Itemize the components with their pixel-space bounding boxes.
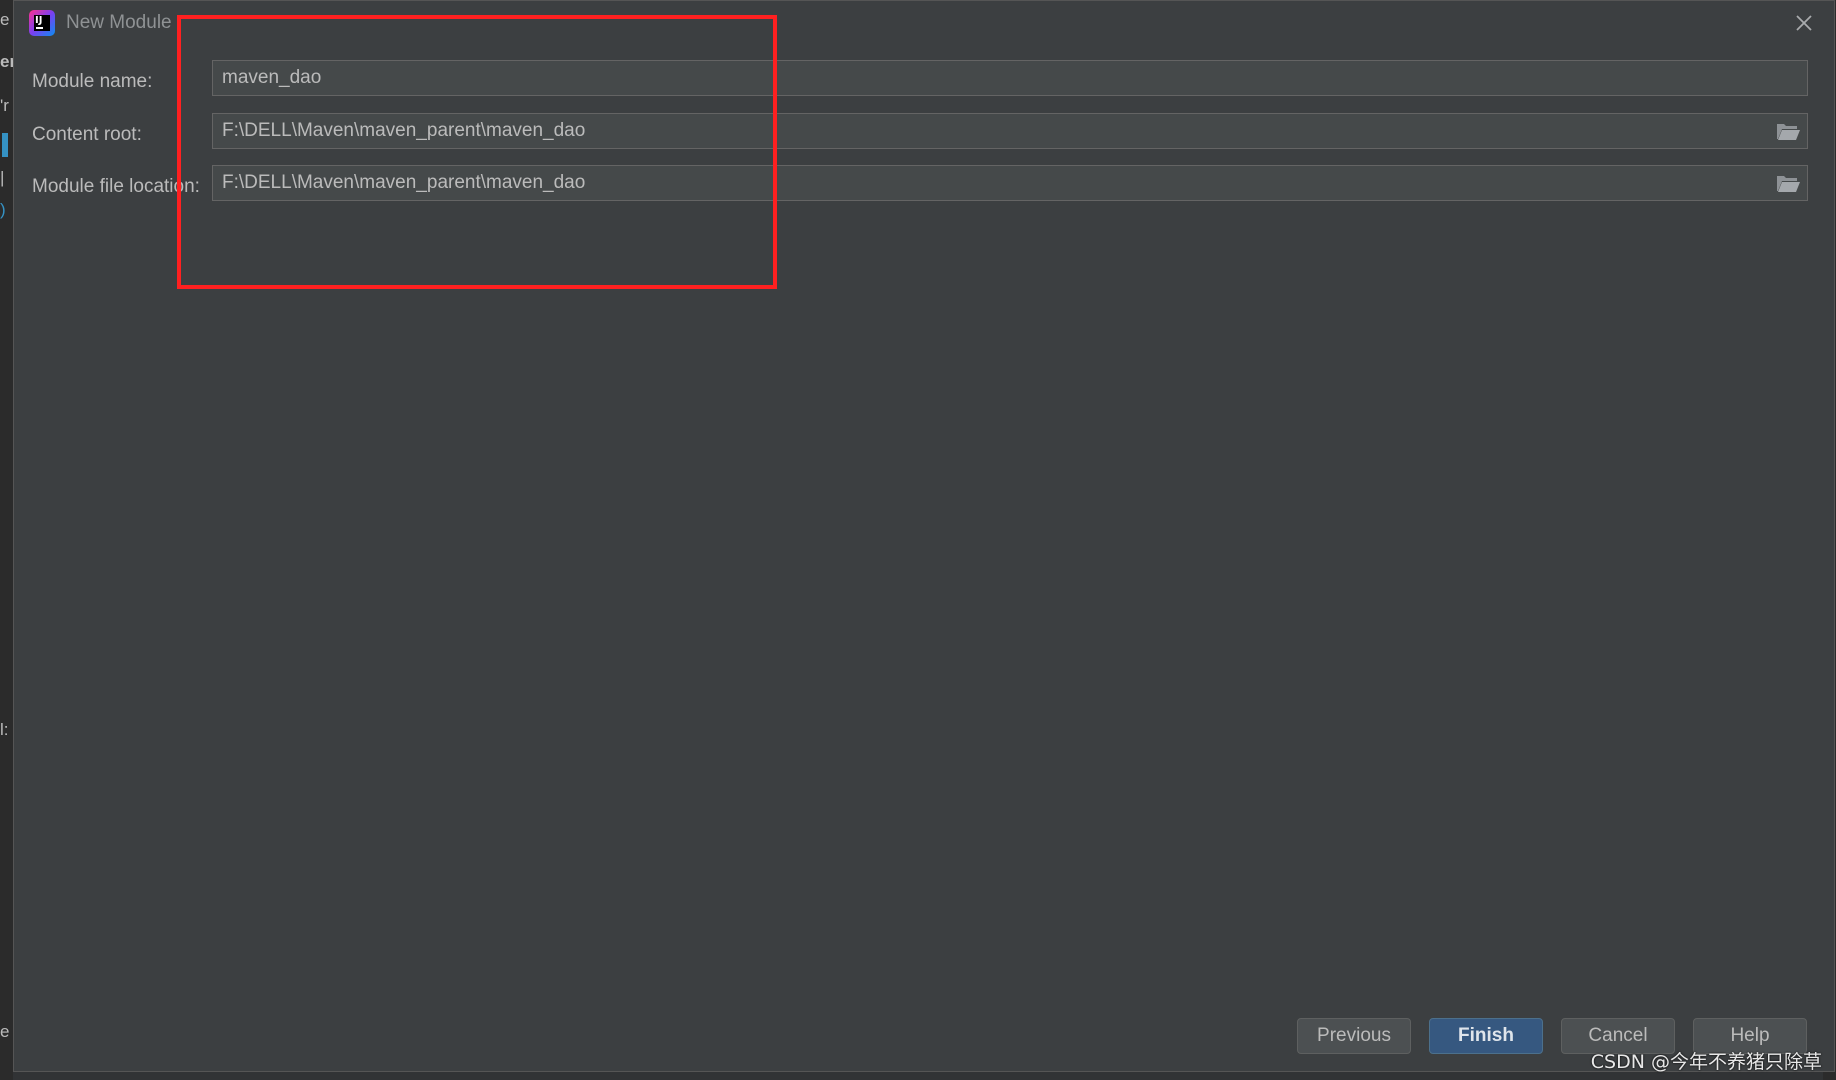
module-name-input[interactable] xyxy=(213,61,1807,95)
previous-button[interactable]: Previous xyxy=(1297,1018,1411,1054)
finish-button[interactable]: Finish xyxy=(1429,1018,1543,1054)
module-name-field[interactable] xyxy=(212,60,1808,96)
content-root-field[interactable] xyxy=(212,113,1808,149)
csdn-watermark: CSDN @今年不养猪只除草 xyxy=(1590,1051,1822,1073)
intellij-idea-icon: IJ xyxy=(29,10,55,36)
background-text-fragment: 'r xyxy=(0,96,9,115)
content-root-input[interactable] xyxy=(213,114,1753,148)
red-highlight-annotation xyxy=(177,15,777,289)
dialog-title: New Module xyxy=(66,12,172,33)
background-text-fragment: l: xyxy=(0,720,9,739)
module-file-location-field[interactable] xyxy=(212,165,1808,201)
new-module-dialog: IJ New Module Module name: Content root:… xyxy=(13,0,1835,1072)
module-name-label: Module name: xyxy=(32,71,153,92)
folder-icon[interactable] xyxy=(1775,120,1801,142)
background-text-fragment: e xyxy=(0,10,10,29)
dialog-titlebar: IJ New Module xyxy=(14,1,1834,47)
background-selection-bar xyxy=(2,133,8,157)
content-root-label: Content root: xyxy=(32,124,142,145)
background-text-fragment: e xyxy=(0,1022,10,1041)
background-ide-edge: e er 'r | ) l: e xyxy=(0,0,16,1080)
module-file-location-label: Module file location: xyxy=(32,176,200,197)
background-text-fragment: | xyxy=(0,168,5,187)
module-file-location-input[interactable] xyxy=(213,166,1753,200)
folder-icon[interactable] xyxy=(1775,172,1801,194)
close-icon[interactable] xyxy=(1792,11,1816,35)
background-text-fragment: ) xyxy=(0,200,6,219)
